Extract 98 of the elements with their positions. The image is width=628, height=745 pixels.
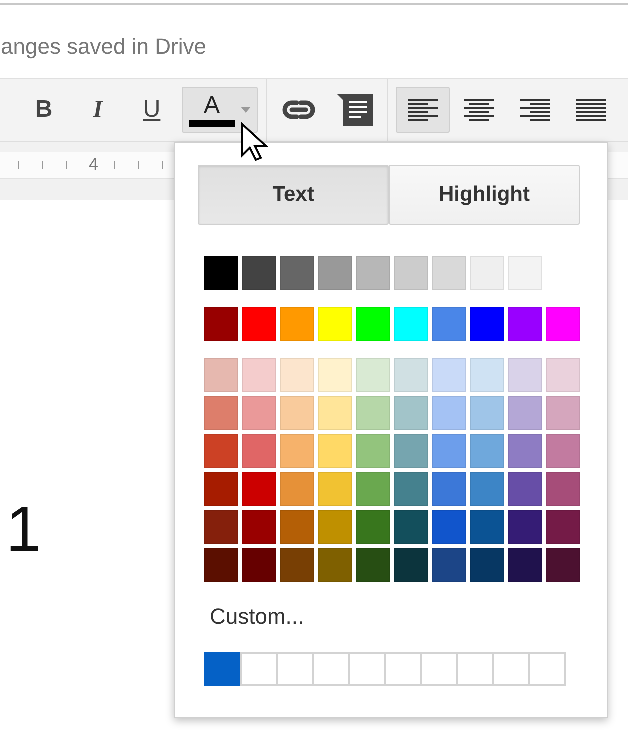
color-swatch[interactable]	[204, 358, 238, 392]
custom-color-swatch[interactable]	[204, 652, 242, 686]
ruler-number: 4	[89, 155, 98, 175]
bold-button[interactable]: B	[20, 87, 68, 133]
color-swatch[interactable]	[242, 434, 276, 468]
color-swatch[interactable]	[318, 548, 352, 582]
color-swatch[interactable]	[204, 256, 238, 290]
color-swatch[interactable]	[394, 548, 428, 582]
color-swatch[interactable]	[394, 434, 428, 468]
color-swatch[interactable]	[318, 307, 352, 341]
color-swatch[interactable]	[432, 510, 466, 544]
color-swatch[interactable]	[508, 472, 542, 506]
color-swatch[interactable]	[356, 307, 390, 341]
align-left-button[interactable]	[396, 87, 450, 133]
color-swatch[interactable]	[280, 510, 314, 544]
color-swatch[interactable]	[242, 396, 276, 430]
color-swatch[interactable]	[470, 307, 504, 341]
color-swatch[interactable]	[546, 358, 580, 392]
color-swatch[interactable]	[394, 256, 428, 290]
color-swatch[interactable]	[242, 510, 276, 544]
color-swatch[interactable]	[280, 358, 314, 392]
color-swatch[interactable]	[318, 396, 352, 430]
color-swatch[interactable]	[204, 396, 238, 430]
color-swatch[interactable]	[242, 307, 276, 341]
color-swatch[interactable]	[508, 256, 542, 290]
color-swatch[interactable]	[432, 434, 466, 468]
color-swatch[interactable]	[394, 307, 428, 341]
color-swatch[interactable]	[546, 396, 580, 430]
color-swatch[interactable]	[432, 256, 466, 290]
color-swatch[interactable]	[470, 256, 504, 290]
color-swatch[interactable]	[356, 510, 390, 544]
color-swatch[interactable]	[204, 548, 238, 582]
color-swatch[interactable]	[394, 510, 428, 544]
color-swatch[interactable]	[546, 510, 580, 544]
text-color-button[interactable]: A	[182, 87, 258, 133]
color-swatch[interactable]	[356, 434, 390, 468]
color-swatch[interactable]	[508, 548, 542, 582]
italic-button[interactable]: I	[74, 87, 122, 133]
color-swatch[interactable]	[280, 548, 314, 582]
color-swatch[interactable]	[280, 307, 314, 341]
color-swatch[interactable]	[242, 358, 276, 392]
align-center-icon	[464, 98, 494, 122]
color-swatch[interactable]	[280, 434, 314, 468]
color-swatch[interactable]	[318, 358, 352, 392]
document-text: 1	[6, 492, 42, 566]
color-swatch[interactable]	[280, 396, 314, 430]
color-swatch[interactable]	[546, 307, 580, 341]
color-swatch[interactable]	[280, 472, 314, 506]
color-swatch[interactable]	[546, 434, 580, 468]
caret-icon	[241, 107, 251, 113]
color-swatch[interactable]	[508, 358, 542, 392]
color-swatch[interactable]	[470, 396, 504, 430]
color-swatch[interactable]	[394, 396, 428, 430]
color-swatch[interactable]	[470, 548, 504, 582]
color-swatch[interactable]	[356, 256, 390, 290]
color-swatch[interactable]	[432, 358, 466, 392]
color-swatch[interactable]	[280, 256, 314, 290]
color-swatch[interactable]	[546, 472, 580, 506]
link-icon	[280, 100, 318, 120]
custom-color-link[interactable]: Custom...	[210, 604, 304, 630]
color-swatch[interactable]	[318, 510, 352, 544]
align-right-icon	[520, 98, 550, 122]
color-swatch[interactable]	[204, 307, 238, 341]
color-swatch[interactable]	[318, 472, 352, 506]
color-swatch[interactable]	[508, 307, 542, 341]
color-swatch[interactable]	[394, 472, 428, 506]
save-status: anges saved in Drive	[1, 34, 206, 60]
color-swatch[interactable]	[356, 472, 390, 506]
color-swatch[interactable]	[242, 548, 276, 582]
color-swatch[interactable]	[432, 396, 466, 430]
color-swatch[interactable]	[204, 510, 238, 544]
menu-tab[interactable]: Text	[198, 165, 389, 225]
color-swatch[interactable]	[356, 548, 390, 582]
color-swatch[interactable]	[242, 256, 276, 290]
color-swatch[interactable]	[318, 434, 352, 468]
color-swatch[interactable]	[546, 548, 580, 582]
color-swatch[interactable]	[204, 472, 238, 506]
color-swatch[interactable]	[394, 358, 428, 392]
color-swatch[interactable]	[318, 256, 352, 290]
color-swatch[interactable]	[470, 434, 504, 468]
color-swatch[interactable]	[508, 510, 542, 544]
align-left-icon	[408, 98, 438, 122]
color-swatch[interactable]	[432, 307, 466, 341]
color-swatch[interactable]	[204, 434, 238, 468]
color-swatch[interactable]	[508, 434, 542, 468]
color-swatch[interactable]	[242, 472, 276, 506]
color-swatch[interactable]	[432, 548, 466, 582]
color-swatch[interactable]	[470, 472, 504, 506]
comment-icon	[337, 94, 373, 126]
color-swatch[interactable]	[470, 510, 504, 544]
color-swatch[interactable]	[470, 358, 504, 392]
color-swatch[interactable]	[356, 358, 390, 392]
underline-button[interactable]: U	[128, 87, 176, 133]
color-swatch[interactable]	[356, 396, 390, 430]
align-justify-icon	[576, 98, 606, 122]
color-swatch[interactable]	[508, 396, 542, 430]
menu-tab[interactable]: Highlight	[389, 165, 580, 225]
color-swatch[interactable]	[432, 472, 466, 506]
